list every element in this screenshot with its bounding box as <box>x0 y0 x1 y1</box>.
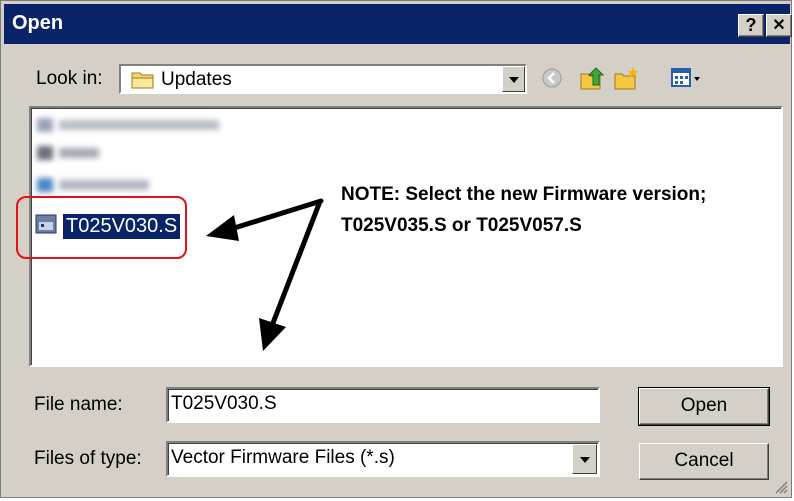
open-dialog: Open ? ✕ Look in: Updates T025V030.S NOT… <box>0 0 792 498</box>
filetype-label: Files of type: <box>34 448 142 469</box>
annotation-arrows <box>206 198 324 351</box>
arrow-to-filename <box>259 201 322 351</box>
filetype-select[interactable]: Vector Firmware Files (*.s) <box>166 441 600 477</box>
filename-input[interactable]: T025V030.S <box>166 387 600 423</box>
cancel-button[interactable]: Cancel <box>639 443 769 480</box>
open-button[interactable]: Open <box>639 388 769 425</box>
filename-label: File name: <box>34 394 123 415</box>
note-text: NOTE: Select the new Firmware version; T… <box>341 184 707 236</box>
resize-grip-icon[interactable] <box>774 480 788 494</box>
chevron-down-icon[interactable] <box>572 444 597 474</box>
arrow-to-file <box>206 198 324 241</box>
filetype-value: Vector Firmware Files (*.s) <box>171 447 395 468</box>
